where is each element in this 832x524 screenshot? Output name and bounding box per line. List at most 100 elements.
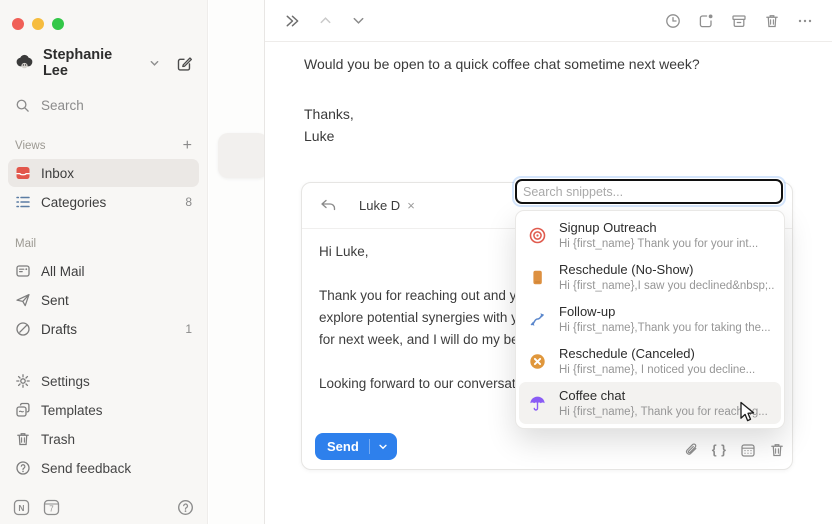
sidebar-item-label: Templates <box>41 403 103 418</box>
snippet-preview: Hi {first_name},I saw you declined&nbsp;… <box>559 279 774 293</box>
snippet-item-reschedule-canceled[interactable]: Reschedule (Canceled) Hi {first_name}, I… <box>519 340 781 382</box>
compose-line: for next week, and I will do my best <box>319 329 525 351</box>
svg-text:7: 7 <box>49 505 54 514</box>
help-icon <box>15 460 31 476</box>
zoom-window-button[interactable] <box>52 18 64 30</box>
mouse-cursor <box>739 401 756 423</box>
double-chevron-right-icon <box>284 13 300 29</box>
sidebar-item-label: Inbox <box>41 166 74 181</box>
snippet-search-input[interactable] <box>515 179 783 204</box>
window-controls <box>0 0 207 30</box>
snippet-item-follow-up[interactable]: Follow-up Hi {first_name},Thank you for … <box>519 298 781 340</box>
email-question: Would you be open to a quick coffee chat… <box>304 53 793 75</box>
help-circle-icon[interactable] <box>177 499 194 516</box>
templates-icon <box>15 402 31 418</box>
email-closing: Thanks, <box>304 103 793 125</box>
all-mail-icon <box>15 263 31 279</box>
account-switcher[interactable]: Stephanie Lee <box>0 47 207 79</box>
categories-icon <box>15 194 31 210</box>
snippet-title: Follow-up <box>559 304 771 320</box>
archive-button[interactable] <box>729 11 749 31</box>
remove-recipient-icon[interactable]: × <box>407 198 415 213</box>
archive-icon <box>731 13 747 29</box>
search-icon <box>15 98 30 113</box>
umbrella-icon <box>529 395 546 412</box>
mail-section-header: Mail <box>0 238 207 250</box>
sidebar-item-templates[interactable]: Templates <box>8 396 199 424</box>
send-options-chevron-icon[interactable] <box>378 442 388 452</box>
compose-body-editor[interactable]: Hi Luke, Thank you for reaching out and … <box>302 229 542 395</box>
notes-app-icon[interactable]: N <box>13 499 30 516</box>
inbox-icon <box>15 165 31 181</box>
list-item[interactable] <box>218 133 268 178</box>
next-message-button[interactable] <box>348 11 368 31</box>
trash-icon <box>764 13 780 29</box>
delete-button[interactable] <box>762 11 782 31</box>
snippet-title: Coffee chat <box>559 388 768 404</box>
task-square-icon <box>698 13 714 29</box>
more-options-button[interactable] <box>795 11 815 31</box>
views-section-header: Views + <box>0 140 207 152</box>
gear-icon <box>15 373 31 389</box>
clock-icon <box>665 13 681 29</box>
views-label: Views <box>15 140 45 152</box>
sent-icon <box>15 292 31 308</box>
target-icon <box>529 227 546 244</box>
search-button[interactable]: Search <box>0 98 207 113</box>
snippets-icon[interactable]: { } <box>712 443 727 457</box>
reply-icon <box>319 198 337 214</box>
expand-pane-button[interactable] <box>282 11 302 31</box>
sidebar-item-settings[interactable]: Settings <box>8 367 199 395</box>
snippet-item-reschedule-no-show[interactable]: Reschedule (No-Show) Hi {first_name},I s… <box>519 256 781 298</box>
mail-label: Mail <box>15 238 36 250</box>
add-view-button[interactable]: + <box>183 141 192 151</box>
sidebar-item-label: Trash <box>41 432 75 447</box>
recipient-chip[interactable]: Luke D × <box>359 198 415 213</box>
notebook-icon <box>529 269 546 286</box>
snippet-preview: Hi {first_name},Thank you for taking the… <box>559 321 771 335</box>
close-window-button[interactable] <box>12 18 24 30</box>
compose-line: Thank you for reaching out and you <box>319 285 525 307</box>
cancel-icon <box>529 353 546 370</box>
create-task-button[interactable] <box>696 11 716 31</box>
drafts-icon <box>15 321 31 337</box>
snippet-preview: Hi {first_name}, Thank you for reaching.… <box>559 405 768 419</box>
categories-count: 8 <box>185 195 192 209</box>
minimize-window-button[interactable] <box>32 18 44 30</box>
compose-line: Looking forward to our conversatio <box>319 373 525 395</box>
snippets-dropdown: Signup Outreach Hi {first_name} Thank yo… <box>515 210 785 429</box>
sidebar-item-inbox[interactable]: Inbox <box>8 159 199 187</box>
snippet-item-signup-outreach[interactable]: Signup Outreach Hi {first_name} Thank yo… <box>519 214 781 256</box>
send-button[interactable]: Send <box>315 433 397 460</box>
sidebar-item-send-feedback[interactable]: Send feedback <box>8 454 199 482</box>
email-signature: Luke <box>304 125 793 147</box>
sidebar-item-categories[interactable]: Categories 8 <box>8 188 199 216</box>
snippet-preview: Hi {first_name} Thank you for your int..… <box>559 237 758 251</box>
sidebar: Stephanie Lee Search Views + Inbox <box>0 0 208 524</box>
calendar-app-icon[interactable]: 7 <box>43 499 60 516</box>
svg-text:N: N <box>18 503 24 513</box>
discard-draft-icon[interactable] <box>769 442 785 458</box>
send-label: Send <box>327 439 359 454</box>
recipient-name: Luke D <box>359 198 400 213</box>
snippet-title: Signup Outreach <box>559 220 758 236</box>
drafts-count: 1 <box>185 322 192 336</box>
chevron-down-icon <box>351 13 366 28</box>
avatar <box>14 53 35 74</box>
sidebar-item-trash[interactable]: Trash <box>8 425 199 453</box>
sidebar-item-sent[interactable]: Sent <box>8 286 199 314</box>
sidebar-item-label: Settings <box>41 374 90 389</box>
previous-message-button[interactable] <box>315 11 335 31</box>
collapsed-list-pane <box>209 0 264 524</box>
sidebar-item-label: Sent <box>41 293 69 308</box>
sidebar-item-all-mail[interactable]: All Mail <box>8 257 199 285</box>
snippet-preview: Hi {first_name}, I noticed you decline..… <box>559 363 755 377</box>
attachment-icon[interactable] <box>683 442 699 458</box>
sidebar-item-drafts[interactable]: Drafts 1 <box>8 315 199 343</box>
snooze-button[interactable] <box>663 11 683 31</box>
sidebar-item-label: Send feedback <box>41 461 131 476</box>
account-name: Stephanie Lee <box>43 47 141 79</box>
snippet-title: Reschedule (Canceled) <box>559 346 755 362</box>
compose-icon[interactable] <box>176 55 193 72</box>
calendar-icon[interactable] <box>740 442 756 458</box>
